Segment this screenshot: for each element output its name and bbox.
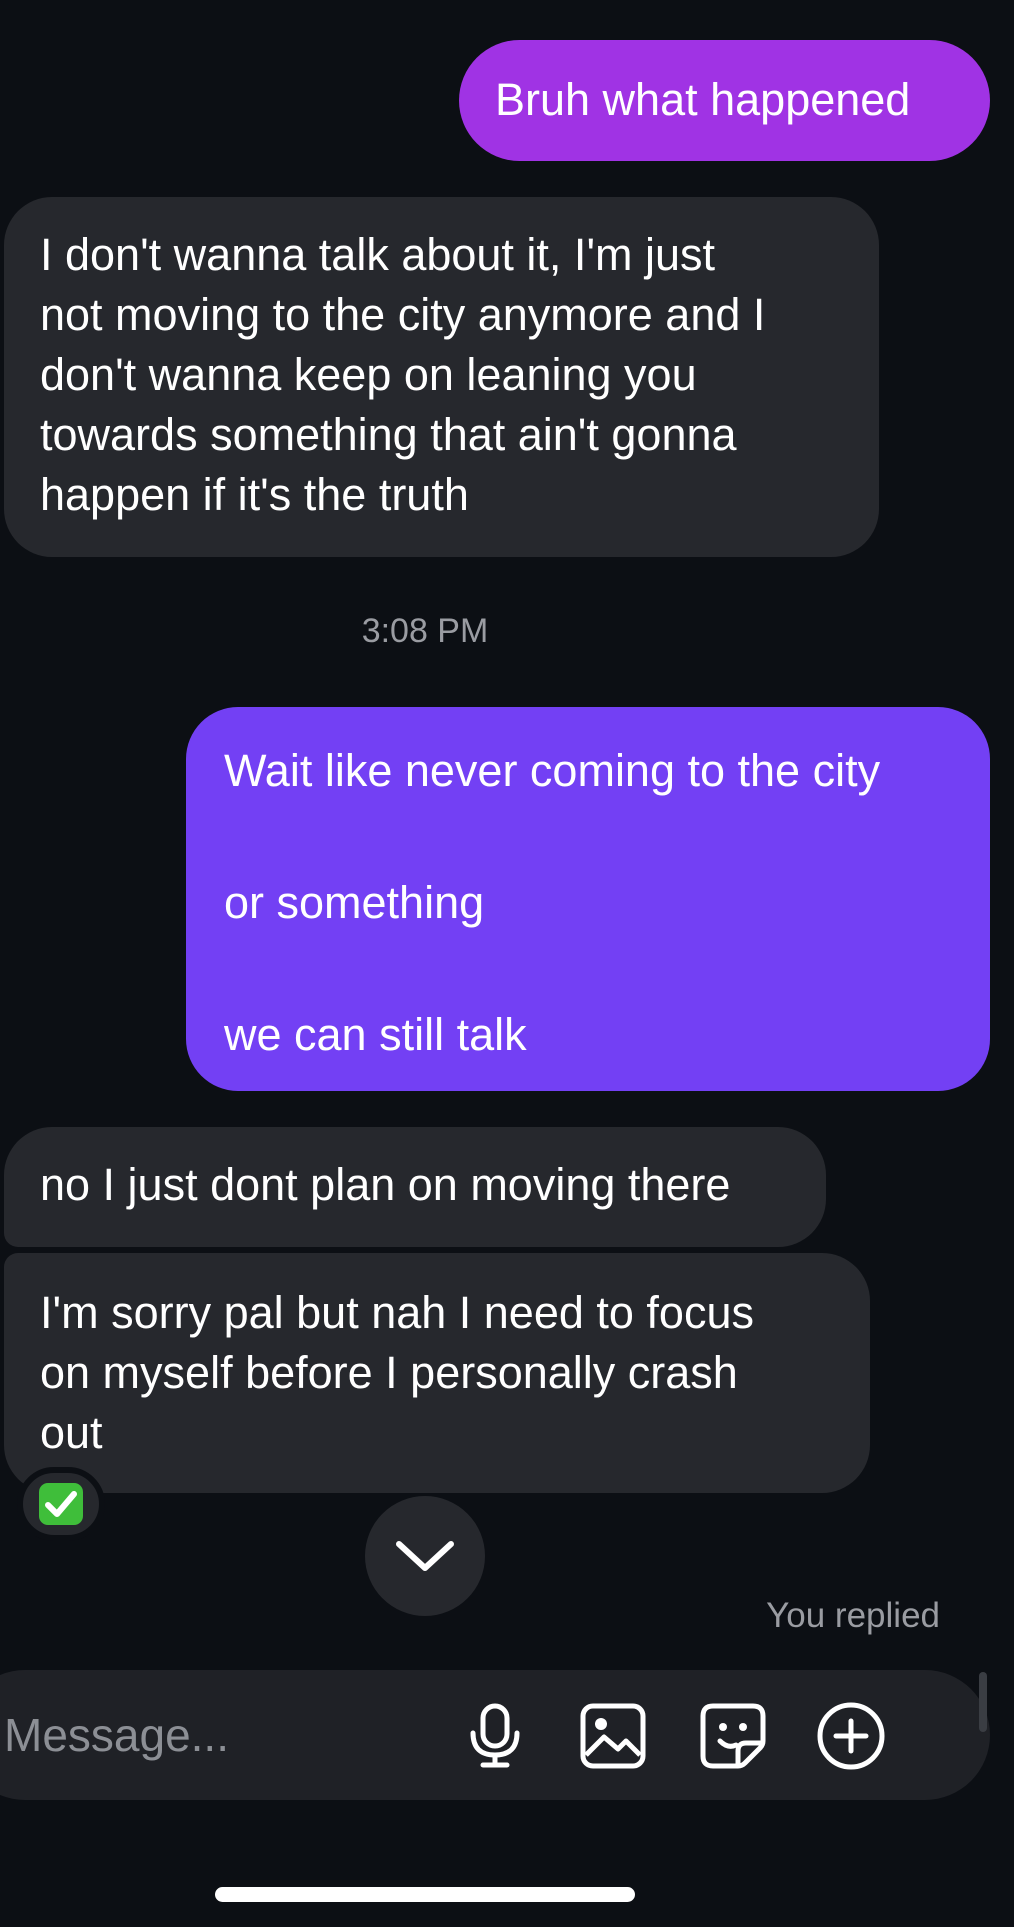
sticker-icon[interactable] [698,1701,768,1771]
message-text-line: not moving to the city anymore and I [40,289,766,340]
message-text-line: I don't wanna talk about it, I'm just [40,229,716,280]
message-text-line: on myself before I personally crash [40,1347,738,1398]
message-text: Bruh what happened [495,74,911,125]
chevron-down-icon [396,1541,454,1571]
message-text-line: Wait like never coming to the city [224,745,881,796]
plus-circle-icon[interactable] [816,1701,886,1771]
outgoing-message[interactable]: Wait like never coming to the city or so… [186,707,990,1091]
microphone-icon[interactable] [460,1701,530,1771]
message-input[interactable]: Message... [4,1708,229,1762]
message-text: no I just dont plan on moving there [40,1159,731,1210]
message-text-line: towards something that ain't gonna [40,409,737,460]
scrollbar[interactable] [979,1672,987,1732]
message-text-line: we can still talk [224,1009,527,1060]
incoming-message[interactable]: I'm sorry pal but nah I need to focus on… [4,1253,870,1493]
scroll-to-bottom-button[interactable] [365,1496,485,1616]
message-timestamp: 3:08 PM [361,612,489,650]
message-text-line: happen if it's the truth [40,469,469,520]
message-text-line: out [40,1407,103,1458]
message-text-line: don't wanna keep on leaning you [40,349,697,400]
reply-status: You replied [766,1596,940,1635]
home-indicator[interactable] [215,1887,635,1902]
incoming-message[interactable]: I don't wanna talk about it, I'm just no… [4,197,879,557]
incoming-message[interactable]: no I just dont plan on moving there [4,1127,826,1247]
gallery-icon[interactable] [578,1701,648,1771]
outgoing-message[interactable]: Bruh what happened [459,40,990,161]
message-reaction[interactable] [17,1467,105,1541]
white-check-mark-emoji-icon [39,1483,83,1525]
message-composer: Message... [0,1670,990,1800]
message-text-line: I'm sorry pal but nah I need to focus [40,1287,754,1338]
message-text-line: or something [224,877,485,928]
